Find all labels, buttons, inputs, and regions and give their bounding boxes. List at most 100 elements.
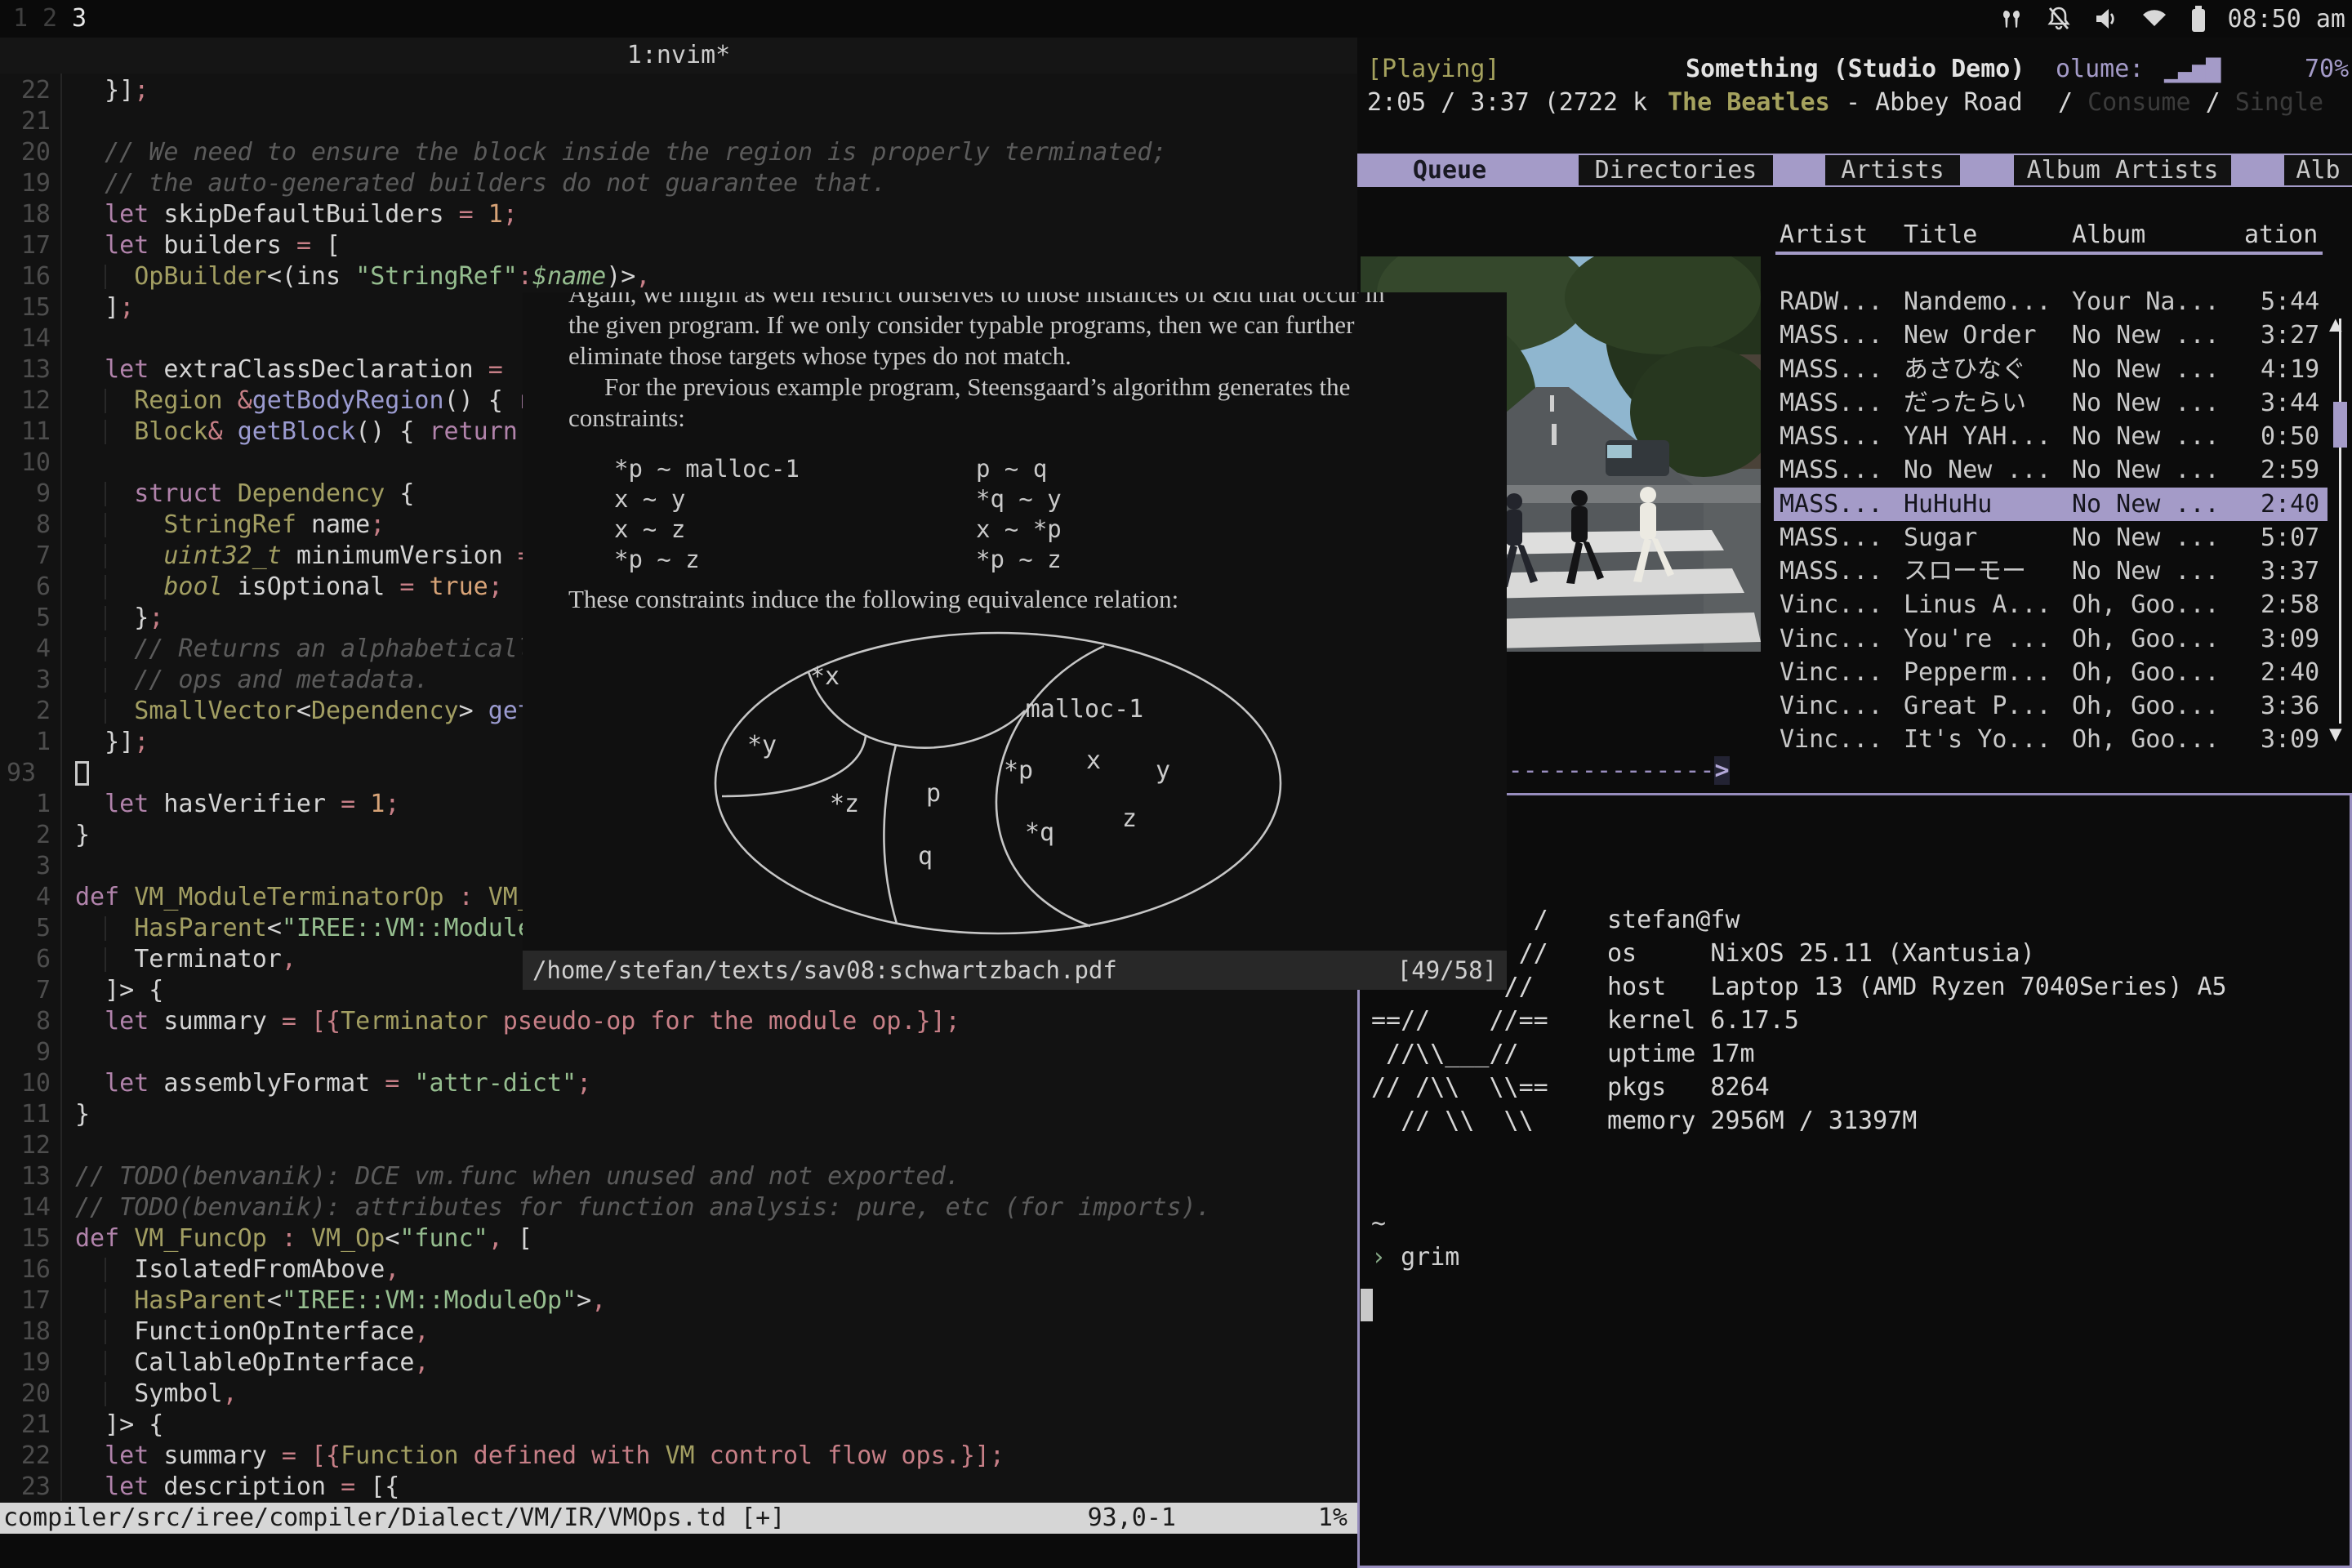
editor-line[interactable]: 15def VM_FuncOp : VM_Op<"func", [ [0, 1223, 1357, 1254]
notifications-off-icon[interactable] [2045, 5, 2073, 33]
diagram-label-malloc-1: malloc-1 [1026, 695, 1144, 724]
editor-line[interactable]: 13// TODO(benvanik): DCE vm.func when un… [0, 1161, 1357, 1192]
editor-line[interactable]: 19 // the auto-generated builders do not… [0, 168, 1357, 199]
line-number: 1 [0, 727, 51, 758]
tab-album-artists[interactable]: Album Artists [2014, 155, 2231, 185]
editor-line[interactable]: 19 CallableOpInterface, [0, 1348, 1357, 1379]
cell-duration: 4:19 [2261, 353, 2319, 386]
volume-icon[interactable] [2092, 5, 2120, 33]
code-text: Symbol, [75, 1379, 238, 1410]
line-number: 10 [0, 448, 51, 479]
cell-artist: MASS... [1780, 521, 1882, 555]
cell-title: あさひなぐ [1904, 353, 2026, 386]
code-text: let skipDefaultBuilders = 1; [75, 199, 518, 230]
line-number: 22 [0, 1441, 51, 1472]
code-text: }]; [75, 75, 149, 106]
line-number: 16 [0, 1254, 51, 1285]
queue-header-row: Artist Title Album ation [1357, 218, 2352, 252]
tab-artists[interactable]: Artists [1825, 155, 1960, 185]
column-header-album[interactable]: Album [2072, 218, 2145, 252]
column-header-title[interactable]: Title [1904, 218, 1977, 252]
queue-row[interactable]: MASS...HuHuHuNo New ...2:40 [1774, 488, 2328, 521]
fastfetch-info: stefan@fw os NixOS 25.11 (Xantusia) host… [1607, 903, 2227, 1138]
editor-line[interactable]: 22 }]; [0, 75, 1357, 106]
editor-line[interactable]: 17 let builders = [ [0, 230, 1357, 261]
pdf-relation-text: These constraints induce the following e… [568, 585, 1178, 614]
queue-scrollbar-track[interactable] [2339, 318, 2341, 724]
pdf-viewer-window[interactable]: Again, we might as well restrict ourselv… [523, 292, 1507, 990]
cell-album: Oh, Goo... [2072, 656, 2220, 689]
code-text: ]> { [75, 975, 163, 1006]
editor-line[interactable]: 23 let description = [{ [0, 1472, 1357, 1503]
editor-line[interactable]: 8 let summary = [{Terminator pseudo-op f… [0, 1006, 1357, 1037]
line-number: 10 [0, 1068, 51, 1099]
code-text: let builders = [ [75, 230, 341, 261]
line-number: 12 [0, 385, 51, 416]
line-number: 13 [0, 1161, 51, 1192]
code-text: let description = [{ [75, 1472, 399, 1503]
cell-duration: 3:27 [2261, 318, 2319, 352]
queue-scrollbar-thumb[interactable] [2333, 402, 2347, 448]
column-header-artist[interactable]: Artist [1780, 218, 1868, 252]
line-number: 13 [0, 354, 51, 385]
tab-directories[interactable]: Directories [1579, 155, 1773, 185]
cell-title: Linus A... [1904, 588, 2051, 621]
editor-line[interactable]: 17 HasParent<"IREE::VM::ModuleOp">, [0, 1285, 1357, 1316]
cell-artist: RADW... [1780, 285, 1882, 318]
constraint-right: *p ∼ z [976, 545, 1062, 575]
editor-line[interactable]: 22 let summary = [{Function defined with… [0, 1441, 1357, 1472]
nvim-window-titlebar[interactable]: 1:nvim* [0, 38, 1357, 74]
scroll-down-icon[interactable]: ▼ [2329, 722, 2342, 746]
queue-header-underline [1775, 252, 2323, 255]
diagram-label-x: x [1086, 746, 1101, 775]
editor-line[interactable]: 16 IsolatedFromAbove, [0, 1254, 1357, 1285]
nvim-cmdline [0, 1534, 1357, 1568]
editor-line[interactable]: 10 let assemblyFormat = "attr-dict"; [0, 1068, 1357, 1099]
diagram-label-star-z: *z [830, 790, 859, 818]
editor-line[interactable]: 21 [0, 106, 1357, 137]
earbuds-icon[interactable] [1998, 5, 2025, 33]
code-text: let hasVerifier = 1; [75, 789, 399, 820]
battery-icon[interactable] [2189, 4, 2208, 33]
player-mode-flags: / Consume / Single [2058, 86, 2338, 119]
code-text: let summary = [{Function defined with VM… [75, 1441, 1004, 1472]
wifi-icon[interactable] [2140, 5, 2169, 33]
editor-line[interactable]: 20 // We need to ensure the block inside… [0, 137, 1357, 168]
player-tab-bar: Queue Directories Artists Album Artists Alb [1357, 154, 2352, 187]
line-number: 18 [0, 1316, 51, 1348]
diagram-label-star-p: *p [1004, 756, 1033, 785]
cell-title: HuHuHu [1904, 488, 1992, 521]
constraint-left: *p ∼ malloc-1 [614, 454, 800, 484]
cell-album: No New ... [2072, 420, 2220, 453]
prompt-line[interactable]: › grim [1371, 1241, 1459, 1274]
code-text: let extraClassDeclaration = [{ [75, 354, 547, 385]
editor-line[interactable]: 12 [0, 1130, 1357, 1161]
diagram-label-star-x: *x [810, 662, 840, 691]
line-number: 14 [0, 323, 51, 354]
tab-alb[interactable]: Alb [2284, 155, 2352, 185]
editor-line[interactable]: 18 FunctionOpInterface, [0, 1316, 1357, 1348]
editor-line[interactable]: 18 let skipDefaultBuilders = 1; [0, 199, 1357, 230]
line-number: 93 [7, 758, 72, 789]
cell-title: YAH YAH... [1904, 420, 2051, 453]
workspace-3[interactable]: 3 [72, 2, 87, 36]
diagram-label-star-y: *y [747, 731, 777, 760]
mode-single: Single [2235, 88, 2338, 117]
editor-line[interactable]: 21 ]> { [0, 1410, 1357, 1441]
line-number: 8 [0, 1006, 51, 1037]
column-header-ation[interactable]: ation [2244, 218, 2318, 252]
tab-queue[interactable]: Queue [1388, 155, 1511, 185]
workspace-2[interactable]: 2 [42, 2, 57, 36]
line-number: 3 [0, 665, 51, 696]
pdf-text-line: the given program. If we only consider t… [568, 310, 1467, 341]
workspace-1[interactable]: 1 [13, 2, 28, 36]
nvim-statusline: compiler/src/iree/compiler/Dialect/VM/IR… [0, 1503, 1357, 1534]
cell-title: Sugar [1904, 521, 1977, 555]
editor-line[interactable]: 20 Symbol, [0, 1379, 1357, 1410]
code-text: CallableOpInterface, [75, 1348, 429, 1379]
editor-line[interactable]: 14// TODO(benvanik): attributes for func… [0, 1192, 1357, 1223]
cell-artist: Vinc... [1780, 622, 1882, 656]
editor-line[interactable]: 11} [0, 1099, 1357, 1130]
editor-line[interactable]: 16 OpBuilder<(ins "StringRef":$name)>, [0, 261, 1357, 292]
editor-line[interactable]: 9 [0, 1037, 1357, 1068]
